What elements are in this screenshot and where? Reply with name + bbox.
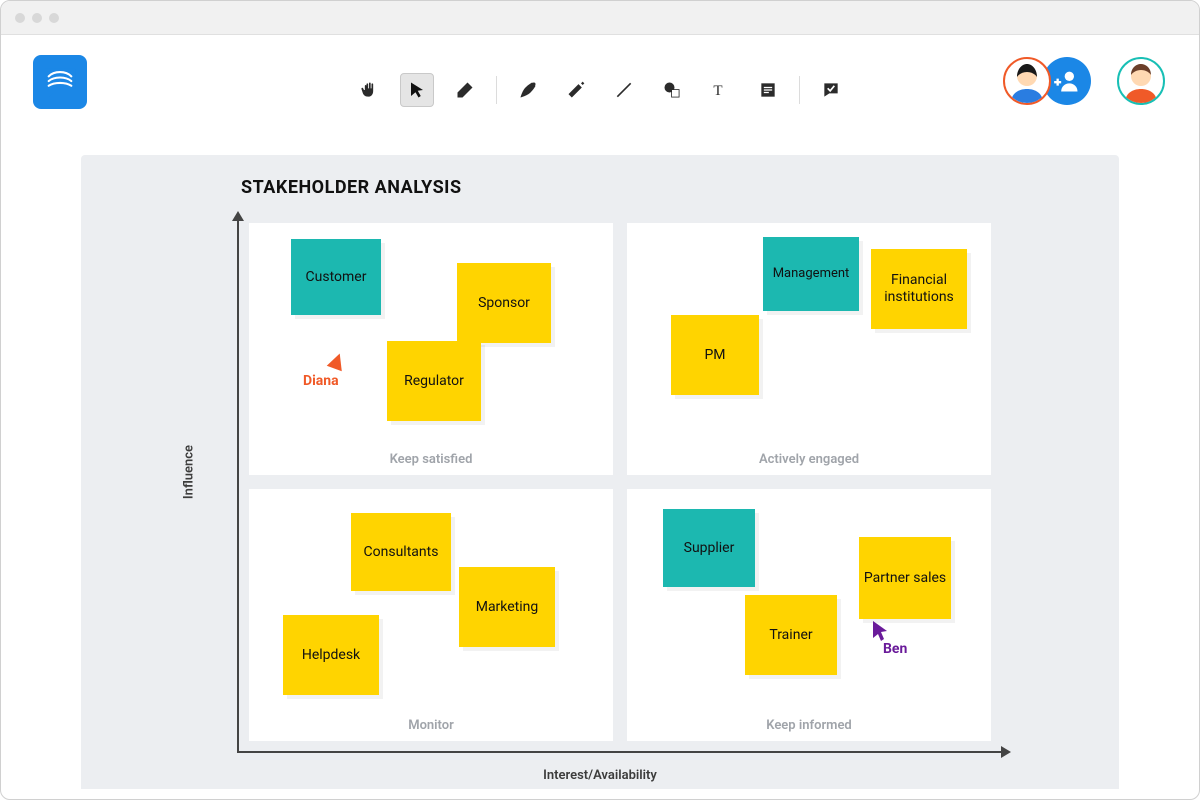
quadrant-grid: Customer Sponsor Regulator Keep satisfie… — [249, 223, 991, 741]
shape-tool[interactable] — [655, 73, 689, 107]
quadrant-monitor[interactable]: Consultants Marketing Helpdesk Monitor — [249, 489, 613, 741]
person-icon — [1005, 59, 1049, 103]
quadrant-keep-informed[interactable]: Supplier Partner sales Trainer Keep info… — [627, 489, 991, 741]
app-logo[interactable] — [33, 55, 87, 109]
browser-window: T — [0, 0, 1200, 800]
note-partner-sales[interactable]: Partner sales — [859, 537, 951, 619]
window-control-close[interactable] — [15, 13, 25, 23]
note-customer[interactable]: Customer — [291, 239, 381, 315]
quadrant-label: Keep satisfied — [390, 452, 473, 467]
note-sponsor[interactable]: Sponsor — [457, 263, 551, 343]
cursor-arrow-icon — [873, 621, 889, 641]
toolbar-separator — [799, 76, 800, 104]
diagram-title: STAKEHOLDER ANALYSIS — [241, 177, 462, 198]
comment-check-icon — [821, 80, 841, 100]
note-supplier[interactable]: Supplier — [663, 509, 755, 587]
window-control-zoom[interactable] — [49, 13, 59, 23]
note-management[interactable]: Management — [763, 237, 859, 311]
quadrant-actively-engaged[interactable]: Management Financial institutions PM Act… — [627, 223, 991, 475]
select-tool[interactable] — [400, 73, 434, 107]
eraser-icon — [455, 80, 475, 100]
collaborator-cursor-diana: Diana — [329, 353, 345, 389]
marker-tool[interactable] — [559, 73, 593, 107]
avatar-group — [1003, 57, 1091, 105]
cursor-arrow-icon — [327, 351, 348, 372]
x-axis — [237, 751, 1009, 753]
quadrant-label: Monitor — [408, 718, 454, 733]
sticky-tool[interactable] — [751, 73, 785, 107]
toolbar-separator — [496, 76, 497, 104]
window-control-minimize[interactable] — [32, 13, 42, 23]
note-helpdesk[interactable]: Helpdesk — [283, 615, 379, 695]
y-axis — [237, 213, 239, 753]
note-trainer[interactable]: Trainer — [745, 595, 837, 675]
svg-text:T: T — [713, 83, 722, 99]
x-axis-label: Interest/Availability — [543, 768, 657, 783]
pen-icon — [518, 80, 538, 100]
note-regulator[interactable]: Regulator — [387, 341, 481, 421]
person-icon — [1119, 59, 1163, 103]
stamp-tool[interactable] — [814, 73, 848, 107]
pen-tool[interactable] — [511, 73, 545, 107]
line-icon — [614, 80, 634, 100]
line-tool[interactable] — [607, 73, 641, 107]
text-tool[interactable]: T — [703, 73, 737, 107]
avatar-ben[interactable] — [1117, 57, 1165, 105]
cursor-label: Diana — [303, 373, 339, 389]
whiteboard-canvas[interactable]: STAKEHOLDER ANALYSIS Influence Interest/… — [81, 155, 1119, 789]
quadrant-keep-satisfied[interactable]: Customer Sponsor Regulator Keep satisfie… — [249, 223, 613, 475]
cursor-label: Ben — [883, 641, 907, 657]
hand-icon — [359, 80, 379, 100]
cursor-icon — [408, 81, 426, 99]
window-titlebar — [1, 1, 1199, 35]
note-financial-institutions[interactable]: Financial institutions — [871, 249, 967, 329]
collaborator-cursor-ben: Ben — [873, 621, 907, 657]
hand-tool[interactable] — [352, 73, 386, 107]
text-icon: T — [710, 80, 730, 100]
note-consultants[interactable]: Consultants — [351, 513, 451, 591]
note-pm[interactable]: PM — [671, 315, 759, 395]
quadrant-label: Actively engaged — [759, 452, 859, 467]
toolbar: T — [31, 73, 1169, 107]
sticky-note-icon — [758, 80, 778, 100]
add-user-icon — [1053, 67, 1081, 95]
shape-icon — [662, 80, 682, 100]
app-frame: T — [1, 35, 1199, 799]
speech-bubble-icon — [41, 65, 79, 99]
note-marketing[interactable]: Marketing — [459, 567, 555, 647]
avatar-diana[interactable] — [1003, 57, 1051, 105]
marker-icon — [566, 80, 586, 100]
eraser-tool[interactable] — [448, 73, 482, 107]
quadrant-label: Keep informed — [766, 718, 852, 733]
y-axis-label: Influence — [182, 445, 197, 499]
collaborator-avatars — [1003, 57, 1165, 105]
